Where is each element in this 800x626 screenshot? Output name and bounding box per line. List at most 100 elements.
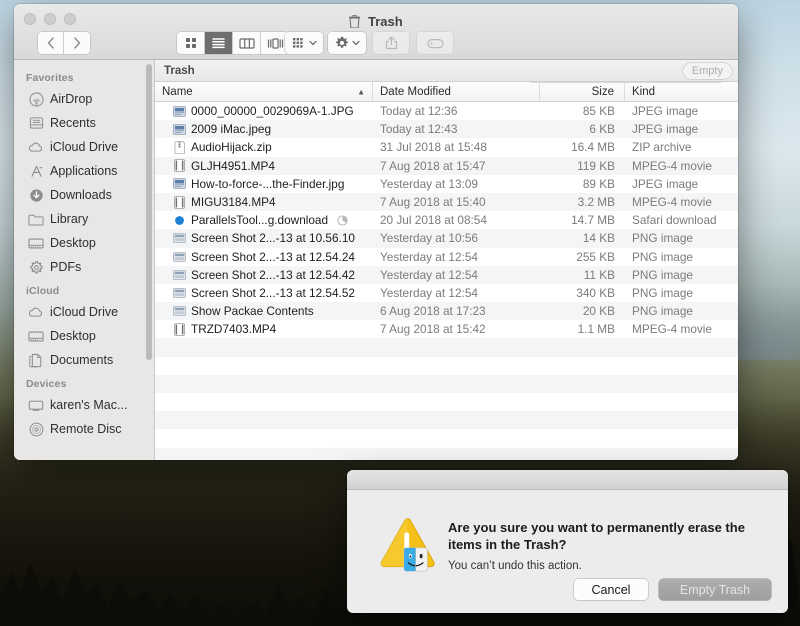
table-row[interactable]: Screen Shot 2...-13 at 12.54.24Yesterday… <box>155 248 738 266</box>
file-date-cell: Yesterday at 10:56 <box>373 231 540 245</box>
empty-trash-button-label: Empty Trash <box>680 583 750 597</box>
sidebar-item-label: iCloud Drive <box>50 140 118 154</box>
window-body: Favorites AirDrop <box>14 60 738 460</box>
downloads-icon <box>28 187 44 203</box>
table-row[interactable]: TRZD7403.MP47 Aug 2018 at 15:421.1 MBMPE… <box>155 320 738 338</box>
recents-icon <box>28 115 44 131</box>
tags-button[interactable] <box>417 32 453 54</box>
window-title-bar-text: Trash <box>14 14 738 29</box>
sidebar-item-library[interactable]: Library <box>14 207 154 231</box>
column-view-button[interactable] <box>233 32 261 54</box>
column-headers: Name ▲ Date Modified Size Kind <box>155 82 738 102</box>
file-name-text: Screen Shot 2...-13 at 12.54.52 <box>191 286 355 300</box>
view-mode-buttons[interactable] <box>177 32 289 54</box>
file-name-text: 2009 iMac.jpeg <box>191 122 271 136</box>
cloud-icon <box>28 139 44 155</box>
empty-row <box>155 375 738 393</box>
navigation-buttons[interactable] <box>38 32 90 54</box>
file-date-cell: Today at 12:43 <box>373 122 540 136</box>
column-header-size-label: Size <box>592 86 614 98</box>
table-row[interactable]: AudioHijack.zip31 Jul 2018 at 15:4816.4 … <box>155 138 738 156</box>
sidebar-section-devices-header: Devices <box>14 372 154 393</box>
file-name-text: ParallelsTool...g.download <box>191 213 328 227</box>
window-title: Trash <box>368 14 403 29</box>
file-kind-cell: JPEG image <box>625 122 738 136</box>
dialog-subtext: You can’t undo this action. <box>448 560 582 572</box>
column-header-size[interactable]: Size <box>540 82 625 101</box>
applications-icon <box>28 163 44 179</box>
empty-row <box>155 357 738 375</box>
file-date-cell: Yesterday at 12:54 <box>373 286 540 300</box>
file-date-cell: Yesterday at 12:54 <box>373 268 540 282</box>
file-date-cell: 31 Jul 2018 at 15:48 <box>373 140 540 154</box>
sidebar-item-pdfs[interactable]: PDFs <box>14 255 154 279</box>
sidebar-item-icloud-drive-2[interactable]: iCloud Drive <box>14 300 154 324</box>
sidebar-item-karens-mac[interactable]: karen's Mac... <box>14 393 154 417</box>
cancel-button[interactable]: Cancel <box>574 579 648 600</box>
file-kind-cell: PNG image <box>625 286 738 300</box>
table-row[interactable]: 0000_00000_0029069A-1.JPGToday at 12:368… <box>155 102 738 120</box>
table-row[interactable]: Screen Shot 2...-13 at 12.54.52 Yesterday… <box>155 284 738 302</box>
file-kind-cell: PNG image <box>625 268 738 282</box>
file-date-cell: Yesterday at 13:09 <box>373 177 540 191</box>
list-view-button[interactable] <box>205 32 233 54</box>
sidebar-item-remote-disc[interactable]: Remote Disc <box>14 417 154 441</box>
column-header-kind[interactable]: Kind <box>625 82 738 101</box>
file-date-cell: Today at 12:36 <box>373 104 540 118</box>
sidebar-item-recents[interactable]: Recents <box>14 111 154 135</box>
file-name-cell: Show Packae Contents <box>155 304 373 318</box>
share-button[interactable] <box>373 32 409 54</box>
table-row[interactable]: 2009 iMac.jpegToday at 12:436 KBJPEG ima… <box>155 120 738 138</box>
file-kind-cell: ZIP archive <box>625 140 738 154</box>
archive-file-icon <box>173 141 186 154</box>
file-kind-cell: MPEG-4 movie <box>625 322 738 336</box>
empty-row <box>155 448 738 460</box>
file-size-cell: 340 KB <box>540 286 625 300</box>
column-header-name[interactable]: Name ▲ <box>155 82 373 101</box>
table-row[interactable]: MIGU3184.MP47 Aug 2018 at 15:403.2 MBMPE… <box>155 193 738 211</box>
file-date-cell: 7 Aug 2018 at 15:47 <box>373 159 540 173</box>
sidebar-item-desktop-2[interactable]: Desktop <box>14 324 154 348</box>
documents-icon <box>28 352 44 368</box>
back-button[interactable] <box>38 32 64 54</box>
icon-view-button[interactable] <box>177 32 205 54</box>
table-row[interactable]: How-to-force-...the-Finder.jpg Yesterday … <box>155 175 738 193</box>
empty-trash-button[interactable]: Empty Trash <box>659 579 771 600</box>
file-name-text: 0000_00000_0029069A-1.JPG <box>191 104 354 118</box>
png-file-icon <box>173 250 186 263</box>
file-name-cell: 0000_00000_0029069A-1.JPG <box>155 104 373 118</box>
sidebar-item-documents[interactable]: Documents <box>14 348 154 372</box>
column-header-date-modified[interactable]: Date Modified <box>373 82 540 101</box>
file-date-cell: 7 Aug 2018 at 15:40 <box>373 195 540 209</box>
forward-button[interactable] <box>64 32 90 54</box>
warning-triangle-finder-icon <box>375 513 437 575</box>
table-row[interactable]: Screen Shot 2...-13 at 10.56.10Yesterday… <box>155 229 738 247</box>
empty-trash-toolbar-button[interactable]: Empty <box>683 63 732 79</box>
sidebar-item-icloud-drive[interactable]: iCloud Drive <box>14 135 154 159</box>
columns-icon <box>239 37 255 50</box>
file-date-cell: 7 Aug 2018 at 15:42 <box>373 322 540 336</box>
file-size-cell: 255 KB <box>540 250 625 264</box>
image-file-icon <box>173 123 186 136</box>
sidebar-item-applications[interactable]: Applications <box>14 159 154 183</box>
sidebar-item-desktop[interactable]: Desktop <box>14 231 154 255</box>
sidebar-item-airdrop[interactable]: AirDrop <box>14 87 154 111</box>
action-menu-button[interactable] <box>328 32 366 54</box>
file-name-cell: Screen Shot 2...-13 at 12.54.24 <box>155 250 373 264</box>
dialog-heading: Are you sure you want to permanently era… <box>448 519 768 553</box>
file-kind-cell: JPEG image <box>625 177 738 191</box>
file-name-text: How-to-force-...the-Finder.jpg <box>191 177 344 191</box>
sidebar-scrollbar[interactable] <box>146 64 152 360</box>
sidebar-item-label: PDFs <box>50 260 81 274</box>
file-size-cell: 1.1 MB <box>540 322 625 336</box>
path-bar-title: Trash <box>155 65 195 77</box>
group-by-button[interactable] <box>285 32 323 54</box>
table-row[interactable]: Show Packae Contents6 Aug 2018 at 17:232… <box>155 302 738 320</box>
table-row[interactable]: Screen Shot 2...-13 at 12.54.42Yesterday… <box>155 266 738 284</box>
table-row[interactable]: ParallelsTool...g.download20 Jul 2018 at… <box>155 211 738 229</box>
column-header-name-label: Name <box>162 86 193 98</box>
sidebar-item-downloads[interactable]: Downloads <box>14 183 154 207</box>
download-file-icon <box>173 214 186 227</box>
table-row[interactable]: GLJH4951.MP47 Aug 2018 at 15:47119 KBMPE… <box>155 157 738 175</box>
tag-icon <box>427 38 444 49</box>
